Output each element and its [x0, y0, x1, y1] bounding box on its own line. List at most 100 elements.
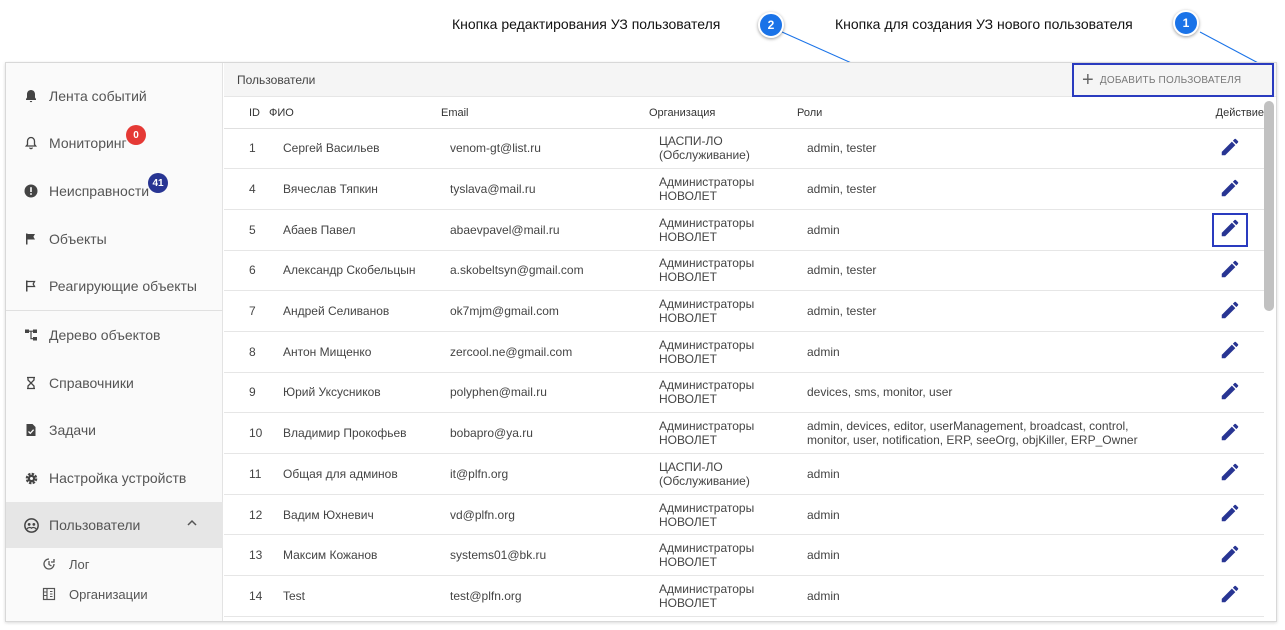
monitoring-badge: 0	[126, 125, 146, 145]
cell-org: ЦАСПИ-ЛО (Обслуживание)	[649, 453, 797, 495]
cell-org-line1: Администраторы	[659, 419, 755, 434]
pencil-icon	[1219, 583, 1241, 608]
cell-org-line2: НОВОЛЕТ	[659, 311, 718, 326]
sidebar-item-device-settings[interactable]: Настройка устройств	[6, 455, 223, 501]
table-row: 5 Абаев Павел abaevpavel@mail.ru Администра…	[224, 209, 1264, 251]
cell-roles: devices, sms, monitor, user	[797, 372, 1164, 414]
cell-name: Абаев Павел	[269, 209, 441, 251]
header-org[interactable]: Организация	[649, 98, 797, 129]
table-row: 4 Вячеслав Тяпкин tyslava@mail.ru Администр…	[224, 168, 1264, 210]
cell-org: Администраторы НОВОЛЕТ	[649, 534, 797, 577]
cell-roles: admin	[797, 494, 1164, 536]
edit-user-button[interactable]	[1212, 498, 1248, 532]
cell-id: 10	[224, 412, 269, 454]
cell-org-line1: Администраторы	[659, 256, 755, 271]
cell-org-line2: НОВОЛЕТ	[659, 351, 718, 366]
sidebar-item-monitoring[interactable]: Мониторинг	[6, 120, 223, 166]
header-name[interactable]: ФИО	[269, 98, 441, 129]
table-row: 13 Максим Кожанов systems01@bk.ru Администр…	[224, 534, 1264, 577]
sidebar-subitem-organizations[interactable]: Организации	[41, 580, 148, 608]
sidebar-item-objects[interactable]: Объекты	[6, 216, 223, 262]
sidebar-item-directories[interactable]: Справочники	[6, 360, 223, 406]
edit-user-button[interactable]	[1212, 579, 1248, 613]
cell-action	[1164, 453, 1264, 495]
sidebar-item-users[interactable]: Пользователи	[6, 502, 223, 548]
chevron-up-icon[interactable]	[185, 516, 199, 530]
flag-icon	[23, 231, 39, 247]
cell-email: polyphen@mail.ru	[441, 372, 649, 414]
cell-email: bobapro@ya.ru	[441, 412, 649, 454]
edit-user-button[interactable]	[1212, 416, 1248, 450]
cell-email: ok7mjm@gmail.com	[441, 290, 649, 332]
edit-user-button[interactable]	[1212, 457, 1248, 491]
edit-user-button[interactable]	[1212, 335, 1248, 369]
users-icon	[23, 517, 39, 533]
sidebar-item-label: Пользователи	[49, 517, 141, 533]
sidebar-item-label: Задачи	[49, 422, 97, 438]
sidebar-item-responders[interactable]: Реагирующие объекты	[6, 263, 223, 309]
edit-user-button[interactable]	[1212, 375, 1248, 409]
header-id[interactable]: ID	[224, 98, 269, 129]
cell-org: Администраторы НОВОЛЕТ	[649, 494, 797, 536]
pencil-icon	[1219, 217, 1241, 242]
flag-outline-icon	[23, 278, 39, 294]
cell-name: Владимир Прокофьев	[269, 412, 441, 454]
cell-action	[1164, 250, 1264, 292]
edit-user-button[interactable]	[1212, 294, 1248, 328]
cell-name: Антон Мищенко	[269, 331, 441, 373]
cell-name: Вадим Юхневич	[269, 494, 441, 536]
cell-action	[1164, 412, 1264, 454]
sidebar-subitem-label: Лог	[69, 556, 90, 572]
callout-1-text: Кнопка для создания УЗ нового пользовате…	[835, 16, 1133, 32]
sidebar-subitem-label: Организации	[69, 586, 148, 602]
edit-user-button[interactable]	[1212, 212, 1248, 247]
header-email[interactable]: Email	[441, 98, 649, 129]
gear-icon	[23, 470, 39, 486]
scrollbar[interactable]	[1264, 101, 1274, 311]
callout-1-badge: 1	[1173, 10, 1199, 36]
sidebar-item-label: Объекты	[49, 231, 107, 247]
sidebar-item-label: Справочники	[49, 375, 134, 391]
cell-org-line2: НОВОЛЕТ	[659, 270, 718, 285]
sidebar-item-tasks[interactable]: Задачи	[6, 407, 223, 453]
cell-org-line1: ЦАСПИ-ЛО	[659, 134, 723, 149]
edit-user-button[interactable]	[1212, 131, 1248, 165]
cell-name: Сергей Васильев	[269, 128, 441, 170]
cell-org-line2: НОВОЛЕТ	[659, 595, 718, 610]
sidebar-item-label: Неисправности	[49, 183, 150, 199]
edit-user-button[interactable]	[1212, 538, 1248, 572]
cell-id: 7	[224, 290, 269, 332]
add-user-button[interactable]: + ДОБАВИТЬ ПОЛЬЗОВАТЕЛЯ	[1072, 63, 1274, 97]
cell-org-line1: Администраторы	[659, 378, 755, 393]
cell-email: zercool.ne@gmail.com	[441, 331, 649, 373]
cell-org: Администраторы НОВОЛЕТ	[649, 372, 797, 414]
callout-2-badge: 2	[758, 12, 784, 38]
sidebar-item-tree[interactable]: Дерево объектов	[6, 312, 223, 358]
sidebar-subitem-log[interactable]: Лог	[41, 550, 90, 578]
cell-action	[1164, 168, 1264, 210]
cell-roles: admin	[797, 331, 1164, 373]
cell-org: ЦАСПИ-ЛО (Обслуживание)	[649, 128, 797, 170]
pencil-icon	[1219, 543, 1241, 568]
sidebar-item-faults[interactable]: Неисправности	[6, 168, 223, 214]
edit-user-button[interactable]	[1212, 172, 1248, 206]
cell-id: 5	[224, 209, 269, 251]
cell-roles-line1: devices, sms, monitor, user	[807, 385, 953, 400]
plus-icon: +	[1082, 69, 1094, 91]
bell-icon	[23, 88, 39, 104]
sidebar-item-events[interactable]: Лента событий	[6, 73, 223, 119]
cell-roles-line1: admin	[807, 548, 840, 563]
cell-roles-line1: admin, tester	[807, 182, 877, 197]
cell-email: it@plfn.org	[441, 453, 649, 495]
add-user-label: ДОБАВИТЬ ПОЛЬЗОВАТЕЛЯ	[1099, 74, 1242, 86]
cell-org: Администраторы НОВОЛЕТ	[649, 331, 797, 373]
cell-roles-line1: admin	[807, 222, 840, 237]
cell-action	[1164, 331, 1264, 373]
cell-name: Общая для админов	[269, 453, 441, 495]
edit-user-button[interactable]	[1212, 253, 1248, 287]
cell-action	[1164, 534, 1264, 577]
cell-action	[1164, 290, 1264, 332]
cell-org-line1: Администраторы	[659, 175, 755, 190]
faults-badge: 41	[148, 173, 168, 193]
header-roles[interactable]: Роли	[797, 98, 1164, 129]
